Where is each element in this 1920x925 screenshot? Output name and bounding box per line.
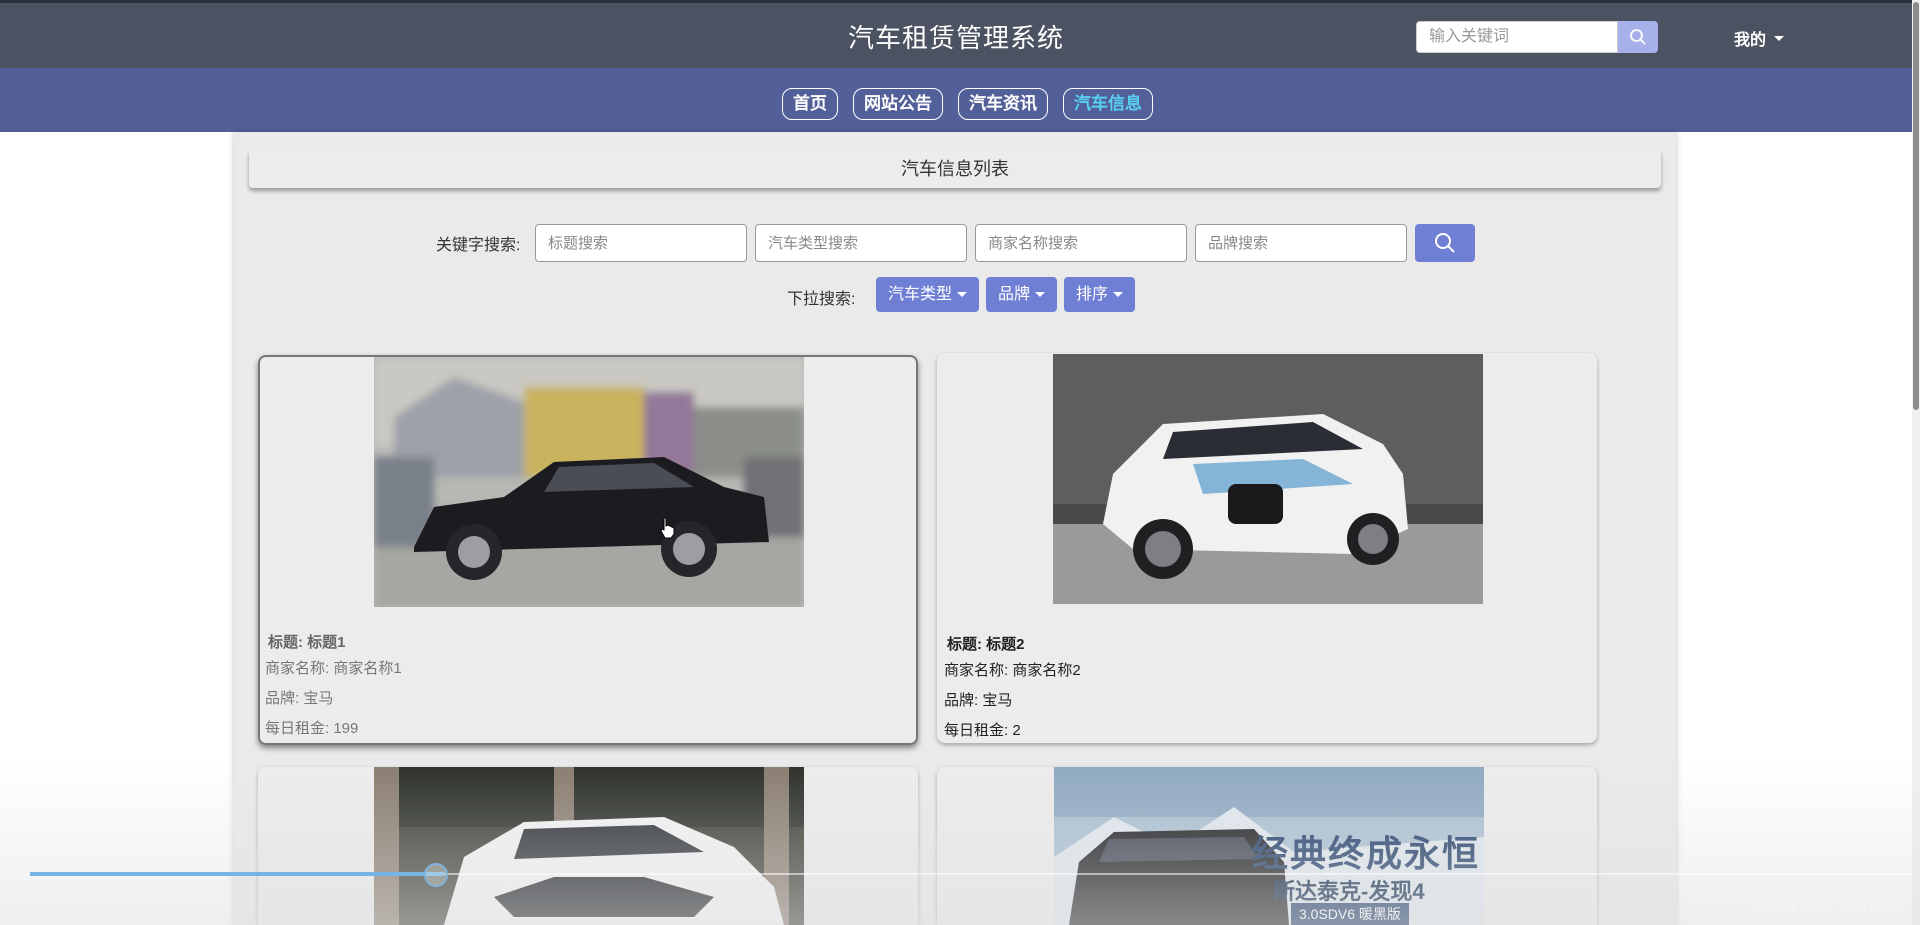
nav-item-announcements[interactable]: 网站公告 — [853, 88, 943, 120]
caret-down-icon — [1035, 292, 1046, 297]
search-button[interactable] — [1415, 224, 1475, 262]
list-title: 汽车信息列表 — [249, 150, 1661, 188]
car-card-rent: 每日租金: 199 — [265, 720, 359, 737]
nav-items: 首页 网站公告 汽车资讯 汽车信息 — [782, 88, 1153, 120]
car-card-brand: 品牌: 宝马 — [265, 690, 334, 707]
watermark: CSDN @vx_BS81330 — [1753, 899, 1900, 916]
car-card-title: 标题: 标题1 — [268, 634, 346, 651]
car-card-merchant: 商家名称: 商家名称2 — [944, 662, 1081, 679]
caret-down-icon — [957, 292, 968, 297]
video-progress-fill — [30, 872, 444, 876]
dropdown-label: 排序 — [1076, 286, 1109, 303]
caret-down-icon — [1113, 292, 1124, 297]
ad-subtitle: 斯达泰克-发现4 — [1273, 879, 1425, 904]
nav-item-car-info[interactable]: 汽车信息 — [1063, 88, 1153, 120]
brand-search-input[interactable] — [1195, 224, 1407, 262]
keyword-search-label: 关键字搜索: — [436, 237, 521, 254]
header-search-button[interactable] — [1618, 21, 1658, 53]
dropdown-search-label: 下拉搜索: — [787, 291, 856, 308]
car-card-rent: 每日租金: 2 — [944, 722, 1021, 739]
header-search-input[interactable] — [1416, 21, 1618, 53]
car-type-dropdown[interactable]: 汽车类型 — [876, 277, 980, 312]
car-image[interactable] — [374, 767, 804, 925]
nav-item-car-news[interactable]: 汽车资讯 — [958, 88, 1048, 120]
dropdown-label: 品牌 — [998, 286, 1031, 303]
user-menu[interactable]: 我的 — [1734, 26, 1785, 50]
header-search — [1416, 21, 1658, 53]
ad-headline: 经典终成永恒 — [1252, 833, 1481, 874]
search-icon — [1435, 233, 1455, 253]
search-icon — [1630, 29, 1646, 45]
ad-small-text: 3.0SDV6 暖黑版 — [1291, 903, 1409, 925]
car-image[interactable] — [374, 357, 804, 607]
car-card-merchant: 商家名称: 商家名称1 — [265, 660, 402, 677]
video-progress-knob[interactable] — [424, 863, 448, 887]
car-card-brand: 品牌: 宝马 — [944, 692, 1013, 709]
sort-dropdown[interactable]: 排序 — [1064, 277, 1136, 312]
nav-bar: 首页 网站公告 汽车资讯 汽车信息 — [0, 68, 1912, 132]
merchant-search-input[interactable] — [975, 224, 1187, 262]
user-menu-label: 我的 — [1734, 32, 1767, 49]
car-image[interactable] — [1053, 354, 1483, 604]
title-search-input[interactable] — [535, 224, 747, 262]
dropdown-label: 汽车类型 — [888, 286, 953, 303]
hand-cursor-icon — [660, 517, 675, 539]
car-card-title: 标题: 标题2 — [947, 636, 1025, 653]
video-timecode: 0:01:44 — [30, 893, 77, 909]
brand-dropdown[interactable]: 品牌 — [986, 277, 1058, 312]
car-type-search-input[interactable] — [755, 224, 967, 262]
scrollbar-thumb[interactable] — [1913, 2, 1919, 410]
caret-down-icon — [1774, 35, 1785, 41]
nav-item-home[interactable]: 首页 — [782, 88, 838, 120]
